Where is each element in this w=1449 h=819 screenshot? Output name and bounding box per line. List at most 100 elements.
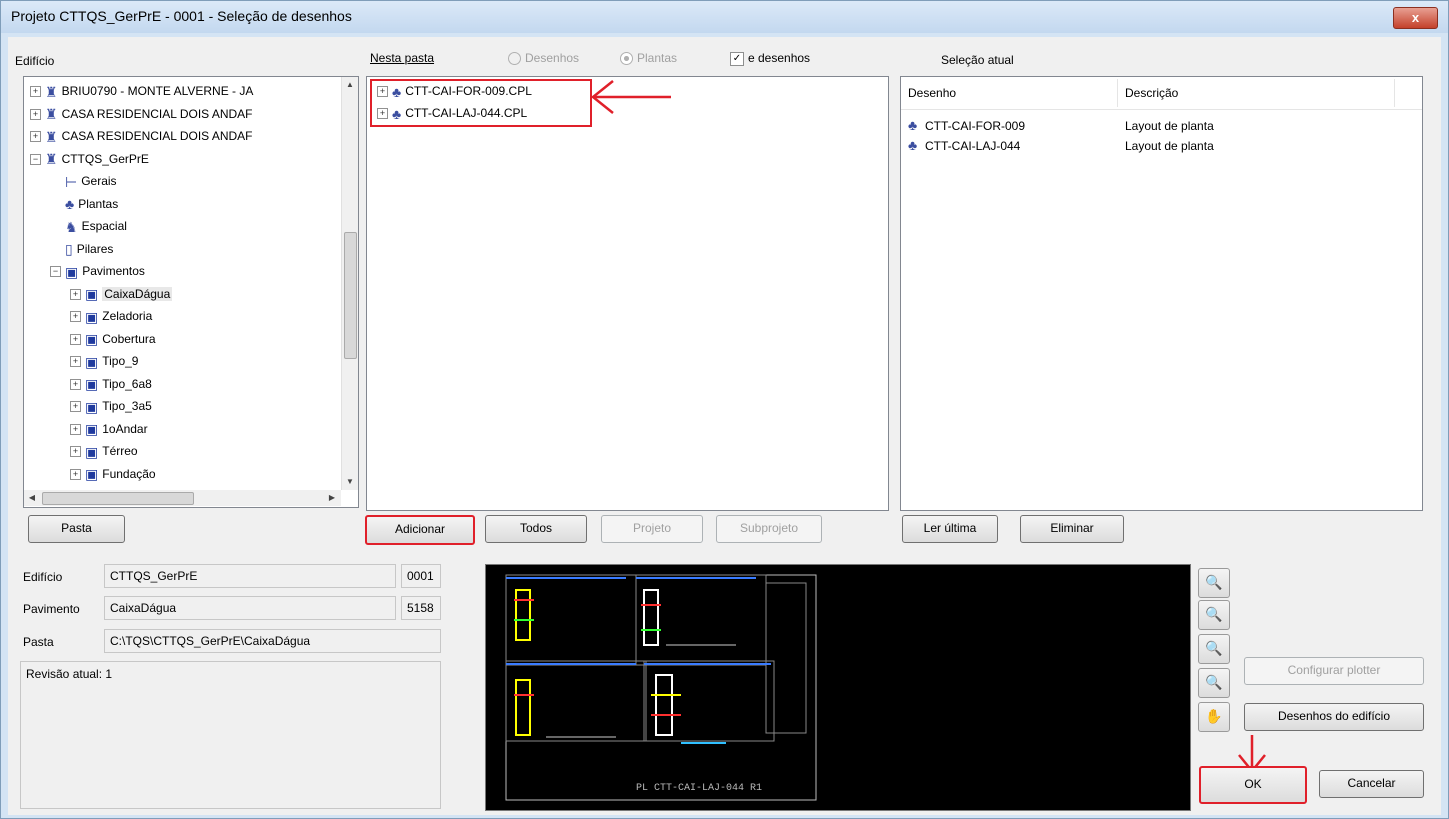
expand-icon[interactable]: + [70, 311, 81, 323]
column-divider[interactable] [1394, 79, 1395, 107]
tree-item-label: 1oAndar [102, 421, 148, 436]
building-icon: ♜ [45, 106, 58, 123]
tree-item[interactable]: + ♜ CASA RESIDENCIAL DOIS ANDAF [30, 103, 253, 125]
nesta-pasta-label: Nesta pasta [370, 51, 435, 65]
expand-icon[interactable]: + [30, 86, 41, 98]
tree-item[interactable]: + ▣ 1oAndar [70, 418, 148, 440]
expand-icon[interactable]: + [30, 108, 41, 120]
scroll-left-icon[interactable]: ◀ [24, 490, 40, 506]
expand-icon[interactable]: + [70, 423, 81, 435]
pavimento-icon: ▣ [85, 466, 99, 483]
zoom-in-icon[interactable]: 🔍 [1198, 600, 1230, 630]
tree-item[interactable]: + ▣ Cobertura [70, 328, 156, 350]
eliminar-button[interactable]: Eliminar [1020, 515, 1124, 543]
edificio-tree[interactable]: + ♜ BRIU0790 - MONTE ALVERNE - JA + ♜ CASA RE… [23, 76, 359, 508]
tree-item[interactable]: + ▣ Tipo_9 [70, 350, 138, 372]
pavimento-icon: ▣ [65, 263, 79, 280]
tree-item[interactable]: + ♜ CASA RESIDENCIAL DOIS ANDAF [30, 125, 253, 147]
tree-item-label: Pilares [76, 241, 114, 256]
edificio-field: CTTQS_GerPrE [104, 564, 396, 588]
checkbox-label: e desenhos [748, 51, 811, 65]
tree-item[interactable]: ⊢ Gerais [50, 170, 117, 192]
pasta-button[interactable]: Pasta [28, 515, 125, 543]
column-desenho[interactable]: Desenho [908, 86, 956, 100]
tree-item-label: CASA RESIDENCIAL DOIS ANDAF [61, 129, 253, 143]
drawing-preview[interactable]: PL CTT-CAI-LAJ-044 R1 [485, 564, 1191, 811]
tree-item[interactable]: ♞ Espacial [50, 215, 127, 237]
scroll-down-icon[interactable]: ▼ [342, 474, 358, 490]
expand-icon[interactable]: + [70, 468, 81, 480]
pavimento-icon: ▣ [85, 376, 99, 393]
cancelar-button[interactable]: Cancelar [1319, 770, 1424, 798]
radio-desenhos[interactable]: Desenhos [508, 51, 579, 66]
expand-icon[interactable]: + [30, 131, 41, 143]
table-row[interactable]: ♣ CTT-CAI-LAJ-044 Layout de planta [901, 136, 1421, 156]
file-item-label: CTT-CAI-FOR-009.CPL [405, 84, 532, 98]
tree-item[interactable]: ▯ Pilares [50, 238, 113, 260]
radio-plantas[interactable]: Plantas [620, 51, 677, 66]
file-item[interactable]: + ♣ CTT-CAI-LAJ-044.CPL [377, 102, 527, 124]
scroll-up-icon[interactable]: ▲ [342, 77, 358, 93]
pasta-info-label: Pasta [23, 635, 54, 649]
ok-button[interactable]: OK [1199, 766, 1307, 804]
tree-item[interactable]: + ▣ Tipo_3a5 [70, 395, 152, 417]
tree-horizontal-scrollbar[interactable]: ◀ ▶ [24, 490, 341, 506]
tree-item[interactable]: + ▣ Fundação [70, 463, 156, 485]
file-item[interactable]: + ♣ CTT-CAI-FOR-009.CPL [377, 80, 532, 102]
subprojeto-button[interactable]: Subprojeto [716, 515, 822, 543]
tree-scroll-thumb[interactable] [344, 232, 357, 359]
pan-icon[interactable]: ✋ [1198, 702, 1230, 732]
tree-item-label: Espacial [81, 219, 127, 233]
collapse-icon[interactable]: − [50, 266, 61, 278]
desenhos-edificio-button[interactable]: Desenhos do edifício [1244, 703, 1424, 731]
configurar-plotter-button[interactable]: Configurar plotter [1244, 657, 1424, 685]
table-row[interactable]: ♣ CTT-CAI-FOR-009 Layout de planta [901, 116, 1421, 136]
pavimento-field: CaixaDágua [104, 596, 396, 620]
title-bar[interactable]: Projeto CTTQS_GerPrE - 0001 - Seleção de… [1, 1, 1448, 33]
expand-icon[interactable]: + [70, 446, 81, 458]
tree-vertical-scrollbar[interactable]: ▲ ▼ [341, 77, 358, 490]
gerais-icon: ⊢ [65, 173, 78, 190]
adicionar-button[interactable]: Adicionar [365, 515, 475, 545]
tree-item[interactable]: + ▣ Tipo_6a8 [70, 373, 152, 395]
expand-icon[interactable]: + [70, 378, 81, 390]
tree-item[interactable]: + ♜ BRIU0790 - MONTE ALVERNE - JA [30, 80, 253, 102]
zoom-out-icon[interactable]: 🔍 [1198, 668, 1230, 698]
zoom-window-icon[interactable]: 🔍 [1198, 568, 1230, 598]
tree-item[interactable]: − ♜ CTTQS_GerPrE [30, 148, 149, 170]
desenho-cell: CTT-CAI-FOR-009 [925, 119, 1026, 133]
scroll-right-icon[interactable]: ▶ [324, 490, 340, 506]
expand-icon[interactable]: + [377, 108, 388, 120]
tree-item[interactable]: − ▣ Pavimentos [50, 260, 145, 282]
tree-item-label: Gerais [81, 174, 117, 188]
plantas-icon: ♣ [65, 196, 75, 213]
tree-item[interactable]: + ▣ Térreo [70, 440, 138, 462]
zoom-all-icon[interactable]: 🔍 [1198, 634, 1230, 664]
projeto-button[interactable]: Projeto [601, 515, 703, 543]
drawing-preview-image [505, 574, 817, 801]
collapse-icon[interactable]: − [30, 153, 41, 165]
todos-button[interactable]: Todos [485, 515, 587, 543]
checkbox-e-desenhos[interactable]: ✓ e desenhos [730, 51, 810, 66]
tree-item[interactable]: ♣ Plantas [50, 193, 118, 215]
expand-icon[interactable]: + [377, 86, 388, 98]
building-icon: ♜ [45, 128, 58, 145]
ler-ultima-button[interactable]: Ler última [902, 515, 998, 543]
tree-item[interactable]: + ▣ CaixaDágua [70, 283, 173, 305]
tree-item-label: CaixaDágua [102, 286, 173, 301]
expand-icon[interactable]: + [70, 356, 81, 368]
close-button[interactable]: x [1393, 7, 1438, 29]
tree-hscroll-thumb[interactable] [42, 492, 194, 505]
tree-item-label: Fundação [102, 466, 156, 481]
selecao-list[interactable]: Desenho Descrição ♣ CTT-CAI-FOR-009 Layout… [900, 76, 1423, 511]
expand-icon[interactable]: + [70, 401, 81, 413]
file-item-label: CTT-CAI-LAJ-044.CPL [405, 106, 528, 120]
expand-icon[interactable]: + [70, 288, 81, 300]
tree-item[interactable]: + ▣ Zeladoria [70, 305, 152, 327]
expand-icon[interactable]: + [70, 333, 81, 345]
column-descricao[interactable]: Descrição [1125, 86, 1178, 100]
tree-item-label: Térreo [102, 444, 138, 458]
files-list[interactable]: + ♣ CTT-CAI-FOR-009.CPL + ♣ CTT-CAI-LAJ-044.C… [366, 76, 889, 511]
column-divider[interactable] [1117, 79, 1118, 107]
tree-item-label: CTTQS_GerPrE [61, 151, 149, 166]
